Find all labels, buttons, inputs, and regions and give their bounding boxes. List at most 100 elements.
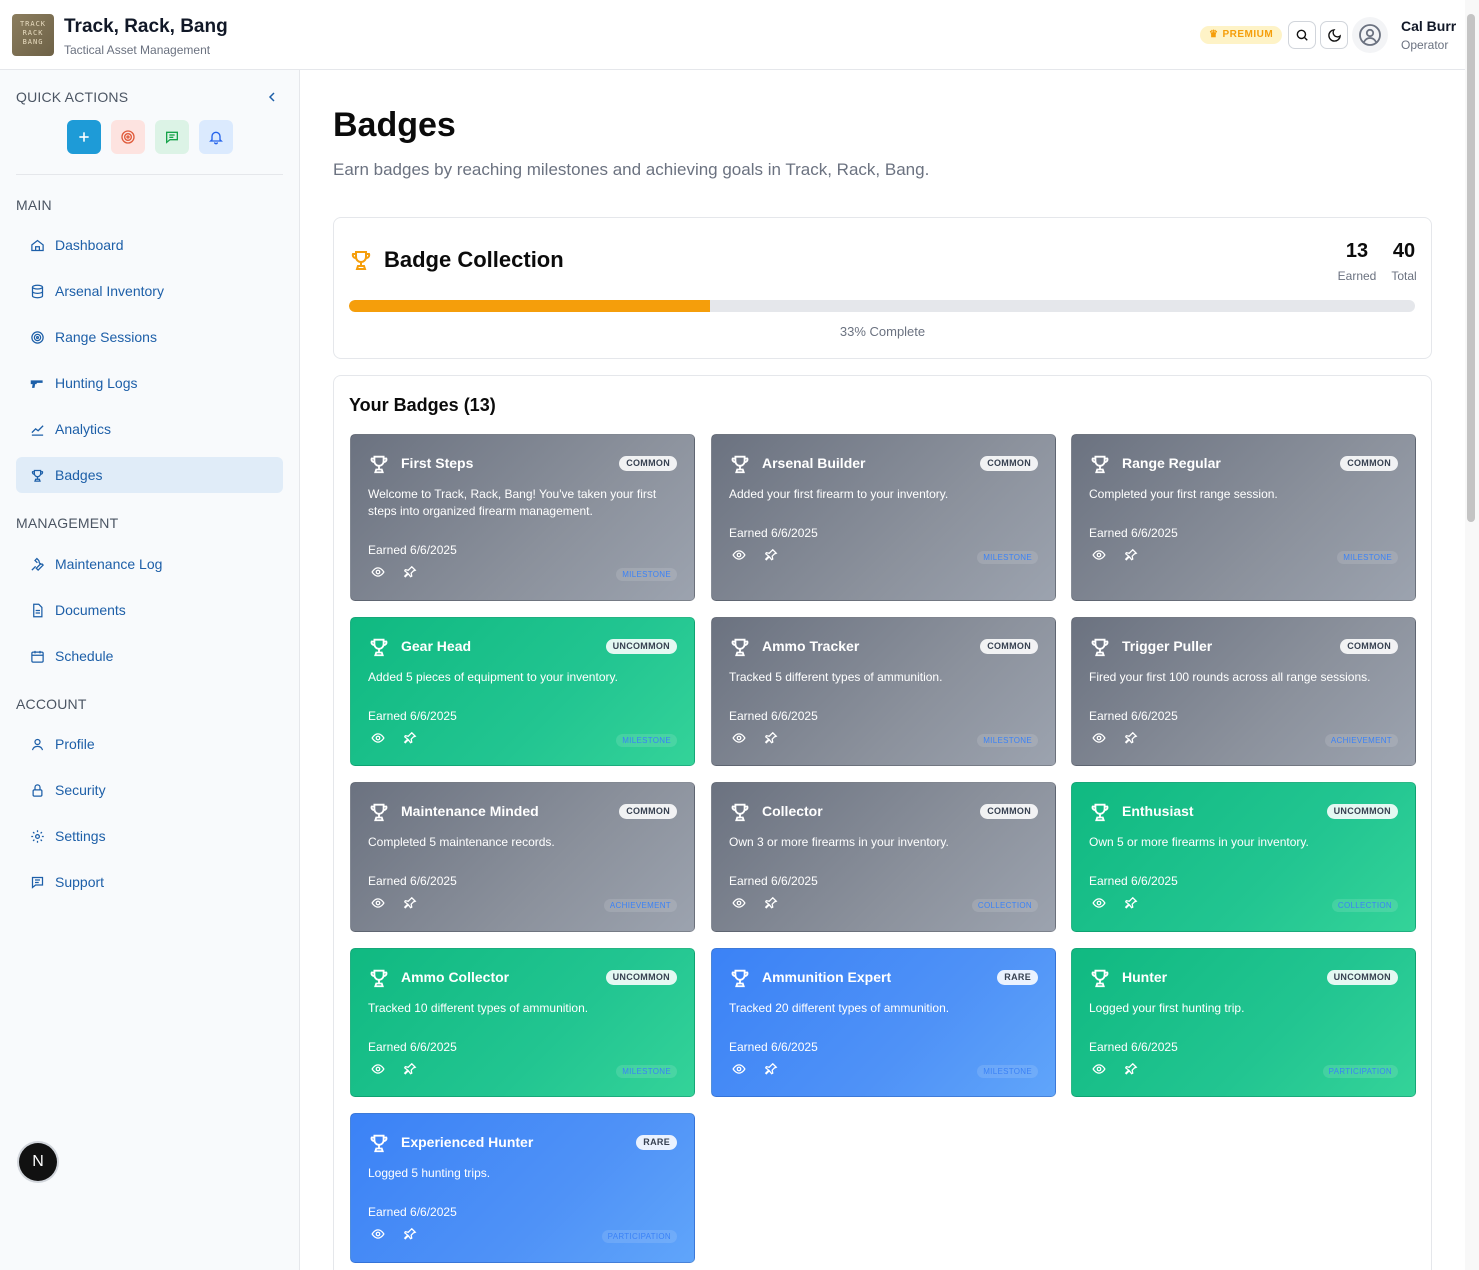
badge-card-ammunition-expert[interactable]: Ammunition Expert RARE Tracked 20 differen… — [711, 948, 1056, 1097]
view-badge-button[interactable] — [1090, 1062, 1108, 1080]
your-badges-title: Your Badges (13) — [349, 395, 496, 415]
eye-icon — [1092, 548, 1106, 567]
avatar[interactable] — [1352, 17, 1388, 53]
quick-actions-label: QUICK ACTIONS — [16, 89, 129, 105]
badge-description: Tracked 5 different types of ammunition. — [729, 670, 943, 684]
view-badge-button[interactable] — [1090, 731, 1108, 749]
badge-name: Collector — [762, 803, 823, 819]
badge-rarity: COMMON — [1340, 639, 1398, 654]
theme-toggle-button[interactable] — [1320, 21, 1348, 49]
quick-add-button[interactable] — [67, 120, 101, 154]
sidebar-item-analytics[interactable]: Analytics — [16, 411, 283, 447]
badge-rarity: UNCOMMON — [1326, 970, 1398, 985]
pin-badge-button[interactable] — [1122, 896, 1140, 914]
sidebar-item-profile[interactable]: Profile — [16, 726, 283, 762]
badge-card-enthusiast[interactable]: Enthusiast UNCOMMON Own 5 or more firearms… — [1071, 782, 1416, 932]
view-badge-button[interactable] — [369, 1062, 387, 1080]
badge-card-ammo-tracker[interactable]: Ammo Tracker COMMON Tracked 5 different ty… — [711, 617, 1056, 766]
badge-card-experienced-hunter[interactable]: Experienced Hunter RARE Logged 5 hunting t… — [350, 1113, 695, 1263]
badge-earned-date: Earned 6/6/2025 — [1089, 1040, 1178, 1054]
pin-badge-button[interactable] — [401, 731, 419, 749]
message-icon — [29, 874, 45, 890]
badge-category: COLLECTION — [1331, 899, 1398, 912]
badge-card-first-steps[interactable]: First Steps COMMON Welcome to Track, Rack,… — [350, 434, 695, 601]
dev-tools-button[interactable]: N — [19, 1143, 57, 1181]
premium-badge: ♛ PREMIUM — [1200, 26, 1283, 44]
view-badge-button[interactable] — [369, 731, 387, 749]
pin-badge-button[interactable] — [401, 1227, 419, 1245]
pin-badge-button[interactable] — [1122, 731, 1140, 749]
view-badge-button[interactable] — [730, 731, 748, 749]
pin-badge-button[interactable] — [401, 565, 419, 583]
sidebar-item-schedule[interactable]: Schedule — [16, 638, 283, 674]
badge-category: MILESTONE — [616, 734, 677, 747]
quick-range-button[interactable] — [111, 120, 145, 154]
view-badge-button[interactable] — [369, 565, 387, 583]
badge-rarity: COMMON — [619, 804, 677, 819]
page-title: Badges — [333, 106, 456, 144]
pin-badge-button[interactable] — [762, 896, 780, 914]
badge-name: Maintenance Minded — [401, 803, 539, 819]
earned-label: Earned — [1337, 269, 1377, 283]
badge-earned-date: Earned 6/6/2025 — [729, 709, 818, 723]
view-badge-button[interactable] — [1090, 896, 1108, 914]
pin-badge-button[interactable] — [762, 1062, 780, 1080]
moon-icon — [1327, 28, 1341, 42]
view-badge-button[interactable] — [730, 1062, 748, 1080]
badge-category: MILESTONE — [977, 1065, 1038, 1078]
trophy-icon — [368, 1132, 390, 1154]
sidebar-item-security[interactable]: Security — [16, 772, 283, 808]
quick-notifications-button[interactable] — [199, 120, 233, 154]
pin-badge-button[interactable] — [401, 896, 419, 914]
scrollbar-thumb[interactable] — [1467, 14, 1475, 522]
sidebar-item-hunting-logs[interactable]: Hunting Logs — [16, 365, 283, 401]
badge-category: MILESTONE — [977, 551, 1038, 564]
view-badge-button[interactable] — [369, 896, 387, 914]
earned-count: 13 — [1345, 240, 1369, 262]
badge-card-arsenal-builder[interactable]: Arsenal Builder COMMON Added your first fi… — [711, 434, 1056, 601]
app-logo[interactable]: TRACK RACK BANG — [12, 14, 54, 56]
eye-icon — [371, 565, 385, 584]
pin-badge-button[interactable] — [762, 731, 780, 749]
sidebar-item-settings[interactable]: Settings — [16, 818, 283, 854]
sidebar-item-range-sessions[interactable]: Range Sessions — [16, 319, 283, 355]
badge-description: Own 5 or more firearms in your inventory… — [1089, 835, 1309, 849]
badge-card-range-regular[interactable]: Range Regular COMMON Completed your first … — [1071, 434, 1416, 601]
badge-rarity: UNCOMMON — [605, 970, 677, 985]
badge-earned-date: Earned 6/6/2025 — [368, 709, 457, 723]
trophy-icon — [368, 967, 390, 989]
badge-earned-date: Earned 6/6/2025 — [1089, 709, 1178, 723]
collapse-sidebar-button[interactable] — [264, 89, 280, 105]
eye-icon — [1092, 896, 1106, 915]
search-button[interactable] — [1288, 21, 1316, 49]
sidebar-item-arsenal-inventory[interactable]: Arsenal Inventory — [16, 273, 283, 309]
view-badge-button[interactable] — [1090, 548, 1108, 566]
badge-card-ammo-collector[interactable]: Ammo Collector UNCOMMON Tracked 10 differe… — [350, 948, 695, 1097]
badge-card-gear-head[interactable]: Gear Head UNCOMMON Added 5 pieces of equip… — [350, 617, 695, 766]
pin-icon — [1124, 731, 1138, 750]
view-badge-button[interactable] — [369, 1227, 387, 1245]
sidebar-item-documents[interactable]: Documents — [16, 592, 283, 628]
pin-badge-button[interactable] — [401, 1062, 419, 1080]
badge-description: Own 3 or more firearms in your inventory… — [729, 835, 949, 849]
sidebar-item-badges[interactable]: Badges — [16, 457, 283, 493]
sidebar-item-maintenance-log[interactable]: Maintenance Log — [16, 546, 283, 582]
pin-icon — [403, 1227, 417, 1246]
pin-badge-button[interactable] — [1122, 548, 1140, 566]
message-icon — [166, 131, 178, 144]
badge-card-maintenance-minded[interactable]: Maintenance Minded COMMON Completed 5 main… — [350, 782, 695, 932]
badge-card-collector[interactable]: Collector COMMON Own 3 or more firearms in… — [711, 782, 1056, 932]
sidebar-item-support[interactable]: Support — [16, 864, 283, 900]
badge-name: First Steps — [401, 455, 474, 471]
eye-icon — [732, 1062, 746, 1081]
pin-icon — [1124, 896, 1138, 915]
badge-card-trigger-puller[interactable]: Trigger Puller COMMON Fired your first 100… — [1071, 617, 1416, 766]
view-badge-button[interactable] — [730, 896, 748, 914]
quick-message-button[interactable] — [155, 120, 189, 154]
pin-badge-button[interactable] — [762, 548, 780, 566]
badge-collection-title: Badge Collection — [384, 247, 564, 272]
sidebar-item-dashboard[interactable]: Dashboard — [16, 227, 283, 263]
pin-badge-button[interactable] — [1122, 1062, 1140, 1080]
view-badge-button[interactable] — [730, 548, 748, 566]
badge-card-hunter[interactable]: Hunter UNCOMMON Logged your first hunting … — [1071, 948, 1416, 1097]
